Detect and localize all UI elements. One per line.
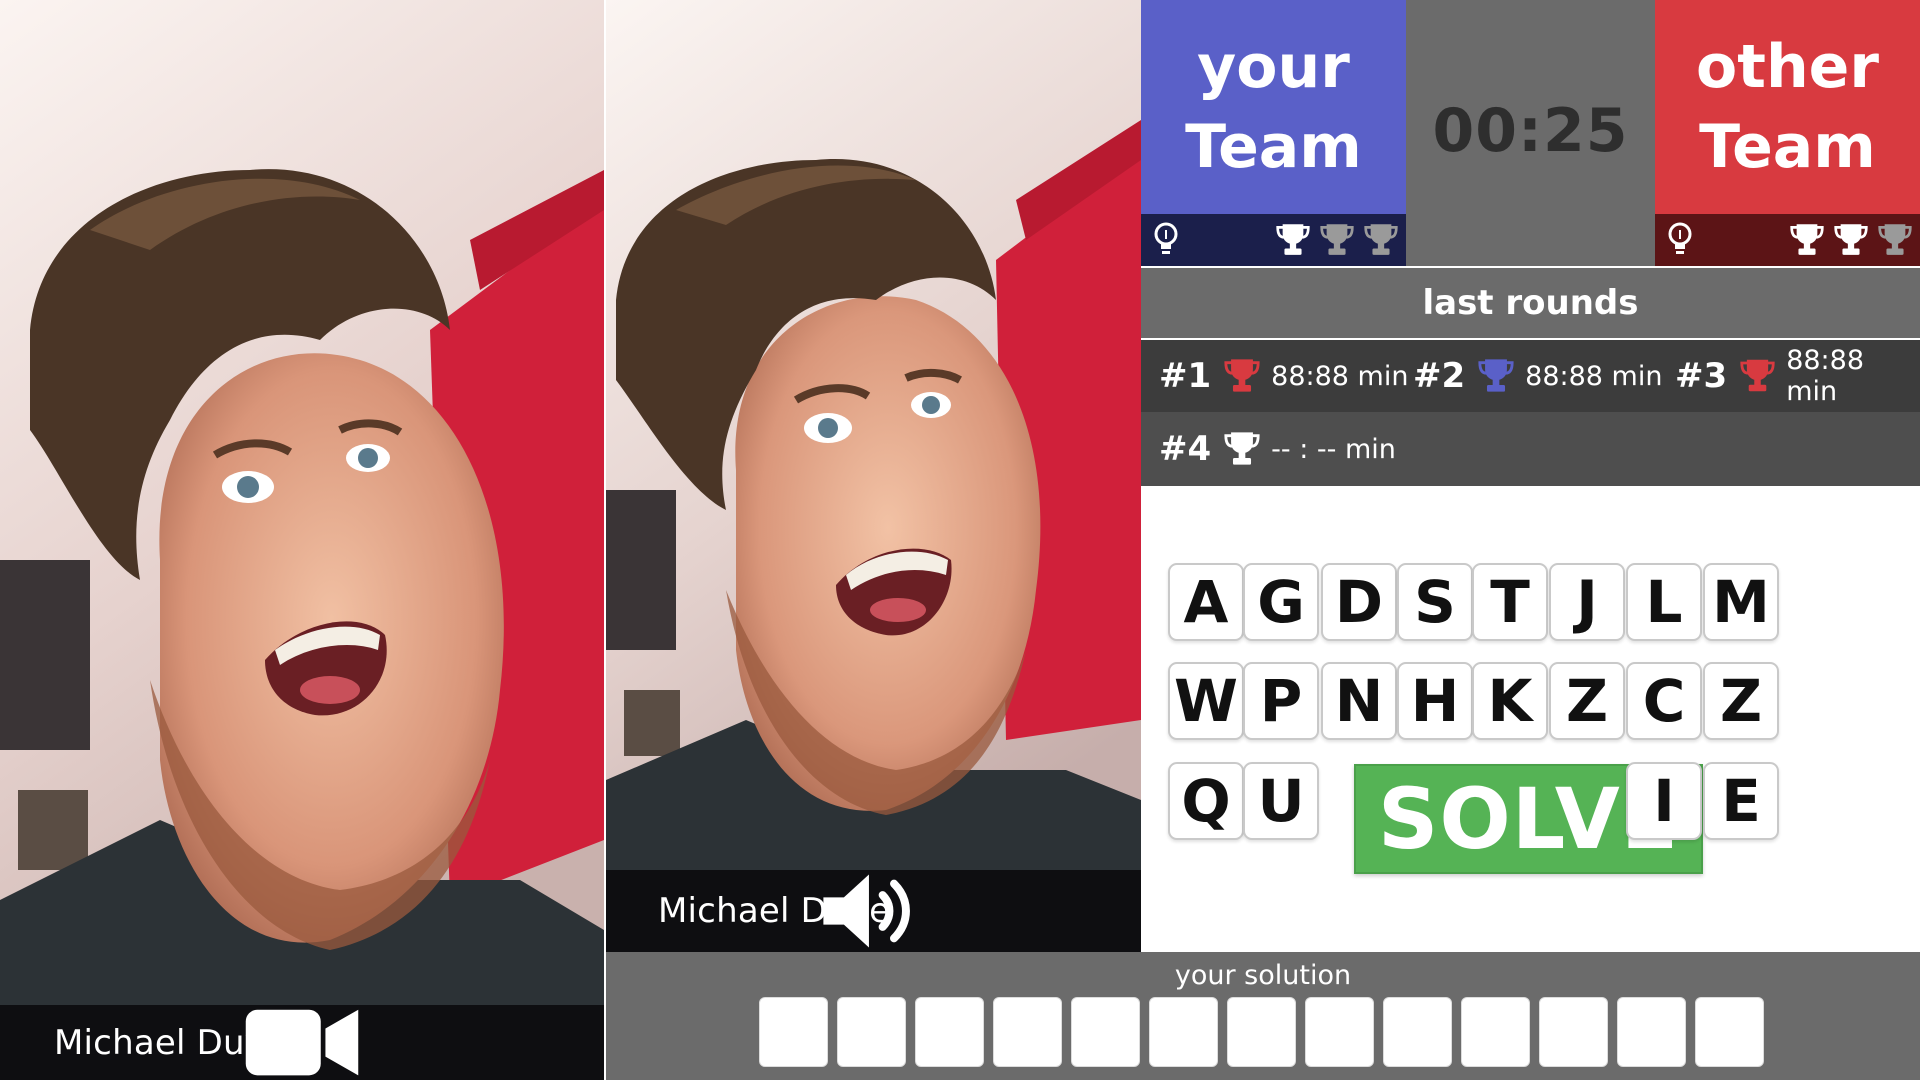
team-label-line: Team — [1699, 112, 1876, 182]
trophy-icon — [1739, 357, 1776, 395]
team-label-line: your — [1197, 32, 1350, 102]
video-frame-image — [606, 0, 1141, 952]
trophy-icon — [1223, 430, 1261, 468]
trophy-icon — [1362, 222, 1400, 258]
caption-bar-self: Michael Duve — [0, 1005, 604, 1080]
solution-slot[interactable] — [1227, 997, 1296, 1067]
letter-key[interactable]: E — [1703, 762, 1779, 840]
solution-slot[interactable] — [1539, 997, 1608, 1067]
round-time: 88:88 min — [1525, 360, 1663, 392]
your-team-label: your Team — [1141, 0, 1406, 214]
other-team-label: other Team — [1655, 0, 1920, 214]
team-label-line: other — [1696, 32, 1879, 102]
letter-key[interactable]: P — [1243, 662, 1319, 740]
solution-slot[interactable] — [993, 997, 1062, 1067]
round-entry: #3 88:88 min — [1675, 345, 1920, 407]
video-feed-teammate: Michael Duve — [606, 0, 1141, 952]
video-feed-self: Michael Duve — [0, 0, 604, 1080]
round-entry: #2 88:88 min — [1413, 356, 1662, 396]
last-rounds-row: #1 88:88 min #2 88:88 min #3 88:88 min — [1141, 340, 1920, 412]
letter-grid: SOLVE AGDSTJLMWPNHKZCZQUIE — [1141, 486, 1920, 952]
timer-panel: 00:25 — [1406, 0, 1655, 266]
round-number: #4 — [1159, 429, 1212, 469]
letter-key[interactable]: N — [1321, 662, 1397, 740]
countdown-timer: 00:25 — [1432, 96, 1629, 166]
solution-panel: your solution — [606, 952, 1920, 1080]
trophy-icon — [1274, 222, 1312, 258]
letter-key[interactable]: H — [1397, 662, 1473, 740]
round-number: #2 — [1413, 356, 1466, 396]
round-time: 88:88 min — [1271, 360, 1409, 392]
letter-key[interactable]: A — [1168, 563, 1244, 641]
solution-slot[interactable] — [837, 997, 906, 1067]
other-team-panel: other Team — [1655, 0, 1920, 266]
trophy-icon — [1876, 222, 1914, 258]
round-entry: #4 -- : -- min — [1159, 429, 1396, 469]
speaker-icon[interactable] — [606, 870, 1141, 952]
letter-key[interactable]: Z — [1549, 662, 1625, 740]
letter-key[interactable]: G — [1243, 563, 1319, 641]
letter-key[interactable]: I — [1626, 762, 1702, 840]
round-number: #1 — [1159, 356, 1212, 396]
solution-label: your solution — [1174, 960, 1352, 991]
letter-key[interactable]: C — [1626, 662, 1702, 740]
round-time: 88:88 min — [1786, 345, 1864, 407]
video-frame-image — [0, 0, 604, 1080]
solution-slot[interactable] — [759, 997, 828, 1067]
video-camera-icon[interactable] — [0, 1005, 604, 1080]
your-team-trophies — [1274, 222, 1400, 258]
round-entry: #1 88:88 min — [1159, 356, 1408, 396]
hint-bulb-icon[interactable] — [1667, 222, 1693, 258]
letter-key[interactable]: K — [1472, 662, 1548, 740]
trophy-icon — [1788, 222, 1826, 258]
other-team-stat-bar — [1655, 214, 1920, 266]
round-number: #3 — [1675, 356, 1728, 396]
solution-slot[interactable] — [915, 997, 984, 1067]
hint-bulb-icon[interactable] — [1153, 222, 1179, 258]
letter-key[interactable]: M — [1703, 563, 1779, 641]
trophy-icon — [1832, 222, 1870, 258]
solution-slot[interactable] — [1461, 997, 1530, 1067]
letter-key[interactable]: U — [1243, 762, 1319, 840]
letter-key[interactable]: T — [1472, 563, 1548, 641]
other-team-trophies — [1788, 222, 1914, 258]
team-label-line: Team — [1185, 112, 1362, 182]
trophy-icon — [1223, 357, 1261, 395]
trophy-icon — [1477, 357, 1515, 395]
solution-slot[interactable] — [1383, 997, 1452, 1067]
letter-key[interactable]: D — [1321, 563, 1397, 641]
round-time: -- : -- min — [1271, 433, 1396, 465]
trophy-icon — [1318, 222, 1356, 258]
letter-key[interactable]: S — [1397, 563, 1473, 641]
solution-slot[interactable] — [1617, 997, 1686, 1067]
letter-key[interactable]: Z — [1703, 662, 1779, 740]
letter-key[interactable]: Q — [1168, 762, 1244, 840]
caption-bar-teammate: Michael Duve — [606, 870, 1141, 952]
last-rounds-row: #4 -- : -- min — [1141, 412, 1920, 486]
solution-slot[interactable] — [1149, 997, 1218, 1067]
last-rounds-heading: last rounds — [1141, 268, 1920, 338]
letter-key[interactable]: L — [1626, 563, 1702, 641]
solution-slot[interactable] — [1071, 997, 1140, 1067]
your-team-panel: your Team — [1141, 0, 1406, 266]
letter-key[interactable]: J — [1549, 563, 1625, 641]
your-team-stat-bar — [1141, 214, 1406, 266]
solution-slot[interactable] — [1695, 997, 1764, 1067]
solution-slot[interactable] — [1305, 997, 1374, 1067]
letter-key[interactable]: W — [1168, 662, 1244, 740]
solution-slots — [759, 997, 1764, 1067]
